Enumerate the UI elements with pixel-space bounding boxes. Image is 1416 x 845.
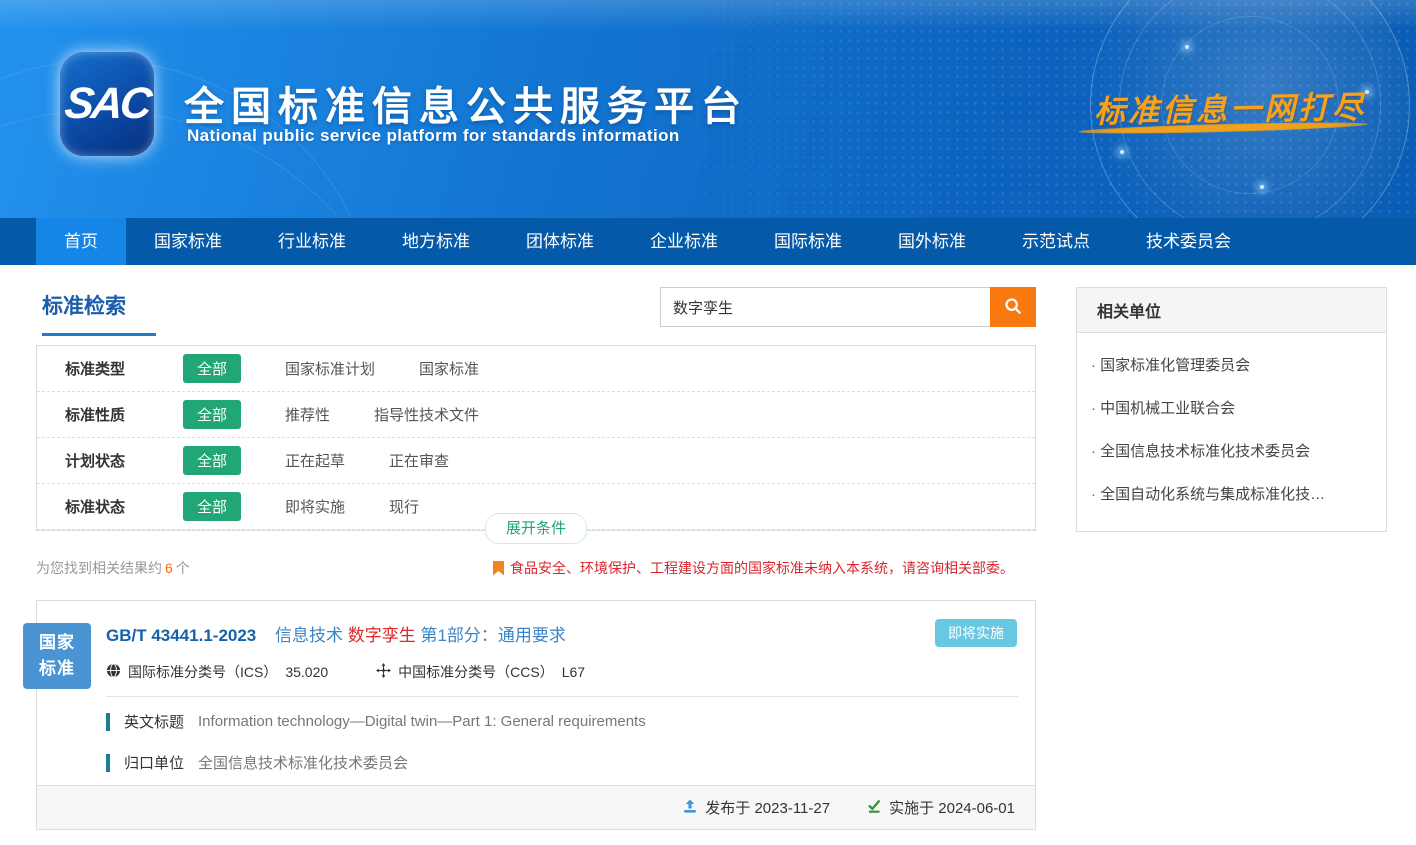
sidebar-item-automation-systems-committee[interactable]: 全国自动化系统与集成标准化技… [1091, 472, 1372, 515]
standard-result-card: 国家 标准 GB/T 43441.1-2023 信息技术 数字孪生 第1部分：通… [36, 600, 1036, 830]
compass-icon [376, 663, 398, 681]
site-subtitle: National public service platform for sta… [187, 126, 680, 146]
english-title-row: 英文标题 Information technology—Digital twin… [106, 711, 1035, 732]
sidebar-item-sac[interactable]: 国家标准化管理委员会 [1091, 343, 1372, 386]
publish-icon [682, 798, 705, 818]
classification-row: 国际标准分类号（ICS） 35.020 [106, 662, 1035, 682]
filter-panel: 标准类型 全部 国家标准计划 国家标准 标准性质 全部 推荐性 指导性技术文件 … [36, 345, 1036, 531]
system-notice: 食品安全、环境保护、工程建设方面的国家标准未纳入本系统，请咨询相关部委。 [493, 558, 1014, 578]
card-footer: 发布于 2023-11-27 实施于 2024-06-01 [37, 785, 1035, 829]
filter-row-standard-type: 标准类型 全部 国家标准计划 国家标准 [37, 346, 1035, 392]
nav-item-technical-committee[interactable]: 技术委员会 [1118, 218, 1259, 265]
globe-icon [106, 663, 128, 681]
filter-all-button[interactable]: 全部 [183, 492, 241, 521]
nav-item-foreign-standards[interactable]: 国外标准 [870, 218, 994, 265]
results-summary: 为您找到相关结果约6个 [36, 558, 190, 578]
spark-dot [1120, 150, 1124, 154]
related-units-list: 国家标准化管理委员会 中国机械工业联合会 全国信息技术标准化技术委员会 全国自动… [1077, 333, 1386, 531]
dept-row: 归口单位 全国信息技术标准化技术委员会 [106, 752, 1035, 773]
nav-item-industry-standards[interactable]: 行业标准 [250, 218, 374, 265]
implement-date-item: 实施于 2024-06-01 [866, 797, 1015, 818]
english-title-value: Information technology—Digital twin—Part… [198, 713, 646, 730]
nav-item-local-standards[interactable]: 地方标准 [374, 218, 498, 265]
related-units-panel: 相关单位 国家标准化管理委员会 中国机械工业联合会 全国信息技术标准化技术委员会… [1076, 287, 1387, 532]
results-summary-prefix: 为您找到相关结果约 [36, 560, 162, 576]
nav-item-enterprise-standards[interactable]: 企业标准 [622, 218, 746, 265]
filter-label: 标准性质 [65, 404, 157, 425]
filter-option[interactable]: 正在审查 [389, 450, 449, 471]
ccs-value: L67 [562, 664, 585, 680]
sac-logo-text: SAC [62, 79, 151, 129]
standard-title-part[interactable]: 第1部分：通用要求 [420, 626, 565, 645]
ics-label: 国际标准分类号（ICS） [128, 662, 277, 682]
filter-option[interactable]: 正在起草 [285, 450, 345, 471]
sidebar-item-machinery-federation[interactable]: 中国机械工业联合会 [1091, 386, 1372, 429]
bookmark-icon [493, 561, 504, 576]
ccs-label: 中国标准分类号（CCS） [398, 662, 554, 682]
spark-dot [1260, 185, 1264, 189]
filter-option[interactable]: 国家标准计划 [285, 358, 375, 379]
search-box [660, 287, 1036, 327]
site-title: 全国标准信息公共服务平台 [184, 74, 748, 132]
filter-option[interactable]: 指导性技术文件 [374, 404, 479, 425]
expand-conditions-button[interactable]: 展开条件 [485, 513, 587, 544]
search-input[interactable] [660, 287, 990, 327]
notice-text: 食品安全、环境保护、工程建设方面的国家标准未纳入本系统，请咨询相关部委。 [510, 558, 1014, 578]
filter-all-button[interactable]: 全部 [183, 354, 241, 383]
filter-row-plan-status: 计划状态 全部 正在起草 正在审查 [37, 438, 1035, 484]
ics-value: 35.020 [285, 664, 328, 680]
dept-value: 全国信息技术标准化技术委员会 [198, 752, 408, 773]
sidebar-item-it-standardization-committee[interactable]: 全国信息技术标准化技术委员会 [1091, 429, 1372, 472]
filter-label: 标准类型 [65, 358, 157, 379]
nav-item-group-standards[interactable]: 团体标准 [498, 218, 622, 265]
dept-label: 归口单位 [124, 752, 184, 773]
english-title-label: 英文标题 [124, 711, 184, 732]
row-accent-bar [106, 754, 110, 772]
standard-code[interactable]: GB/T 43441.1-2023 [106, 626, 256, 645]
spark-dot [1185, 45, 1189, 49]
nav-item-pilot-program[interactable]: 示范试点 [994, 218, 1118, 265]
nav-item-international-standards[interactable]: 国际标准 [746, 218, 870, 265]
filter-option[interactable]: 推荐性 [285, 404, 330, 425]
tab-standard-search[interactable]: 标准检索 [42, 290, 156, 336]
standard-title-keyword[interactable]: 数字孪生 [348, 626, 416, 645]
site-banner: SAC 全国标准信息公共服务平台 National public service… [0, 0, 1416, 218]
main-nav: 首页 国家标准 行业标准 地方标准 团体标准 企业标准 国际标准 国外标准 示范… [0, 218, 1416, 265]
results-summary-suffix: 个 [176, 560, 190, 576]
card-divider [106, 696, 1018, 697]
nav-item-national-standards[interactable]: 国家标准 [126, 218, 250, 265]
filter-all-button[interactable]: 全部 [183, 446, 241, 475]
results-row: 为您找到相关结果约6个 食品安全、环境保护、工程建设方面的国家标准未纳入本系统，… [36, 558, 1036, 578]
sac-logo[interactable]: SAC [60, 52, 154, 156]
ccs-item: 中国标准分类号（CCS） L67 [376, 662, 585, 682]
badge-line: 标准 [39, 656, 75, 682]
filter-row-standard-nature: 标准性质 全部 推荐性 指导性技术文件 [37, 392, 1035, 438]
implement-date-text: 实施于 2024-06-01 [889, 797, 1015, 818]
results-count: 6 [165, 560, 173, 576]
standard-title[interactable]: GB/T 43441.1-2023 信息技术 数字孪生 第1部分：通用要求 [37, 601, 1035, 646]
publish-date-item: 发布于 2023-11-27 [682, 797, 830, 818]
row-accent-bar [106, 713, 110, 731]
ics-item: 国际标准分类号（ICS） 35.020 [106, 662, 328, 682]
check-icon [866, 798, 889, 818]
nav-item-home[interactable]: 首页 [36, 218, 126, 265]
filter-option[interactable]: 即将实施 [285, 496, 345, 517]
related-units-title: 相关单位 [1077, 288, 1386, 333]
main-content: 标准检索 标准类型 全部 国家标准计划 国家标准 标准性质 [0, 265, 1416, 845]
search-button[interactable] [990, 287, 1036, 327]
filter-option[interactable]: 国家标准 [419, 358, 479, 379]
filter-option[interactable]: 现行 [389, 496, 419, 517]
status-badge: 即将实施 [935, 619, 1017, 647]
standard-title-part[interactable]: 信息技术 [275, 626, 343, 645]
filter-label: 计划状态 [65, 450, 157, 471]
filter-all-button[interactable]: 全部 [183, 400, 241, 429]
filter-label: 标准状态 [65, 496, 157, 517]
publish-date-text: 发布于 2023-11-27 [705, 797, 830, 818]
badge-line: 国家 [39, 630, 75, 656]
standard-type-badge: 国家 标准 [23, 623, 91, 689]
search-icon [1004, 297, 1022, 318]
